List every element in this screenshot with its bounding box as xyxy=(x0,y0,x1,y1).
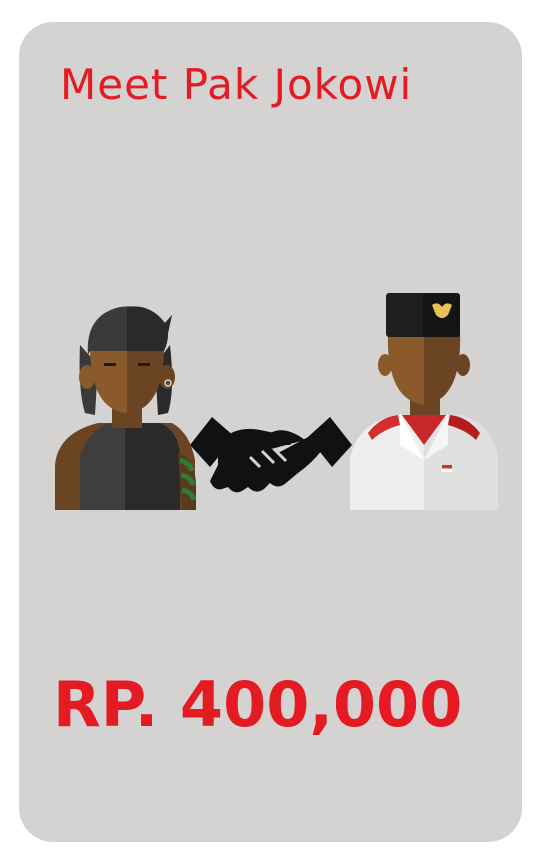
illustration xyxy=(55,293,498,510)
rocker-avatar xyxy=(55,306,197,510)
official-avatar xyxy=(350,293,498,510)
card-title: Meet Pak Jokowi xyxy=(60,60,413,109)
handshake-icon xyxy=(190,417,352,493)
price-label: RP. 400,000 xyxy=(53,668,463,741)
